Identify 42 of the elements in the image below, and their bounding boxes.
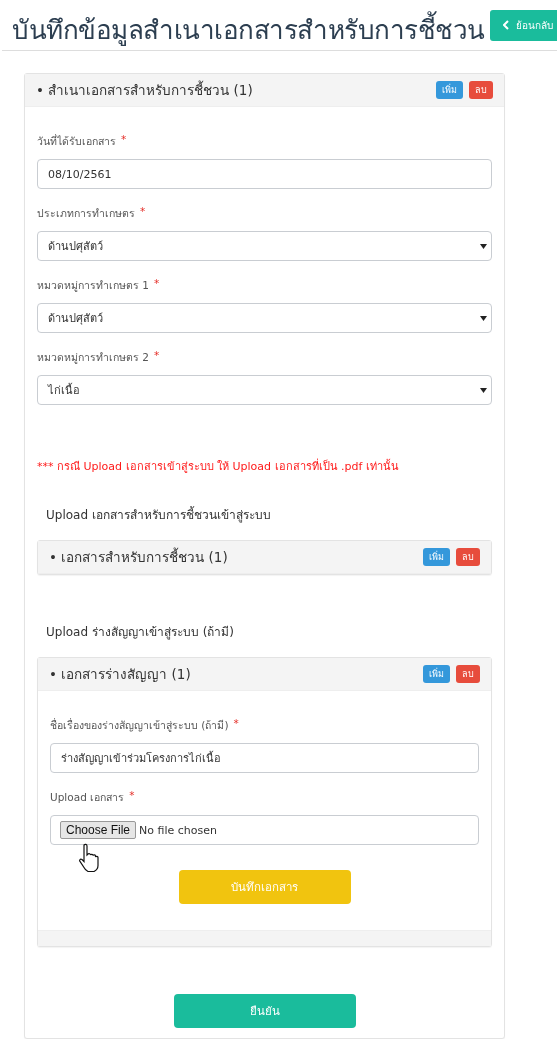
select-field[interactable]: ด้านปศุสัตว์ (37, 231, 492, 261)
required-mark: * (121, 133, 127, 147)
choose-file-button[interactable]: Choose File (60, 821, 137, 839)
required-mark: * (154, 277, 160, 291)
required-mark: * (233, 717, 239, 731)
section-heading: Upload เอกสารสำหรับการชี้ชวนเข้าสู่ระบบ (46, 505, 272, 524)
caret-icon (480, 388, 487, 393)
hand-cursor-icon (77, 843, 101, 873)
text-field[interactable]: 08/10/2561 (37, 159, 492, 189)
add-button[interactable]: เพิ่ม (423, 665, 450, 683)
text-field[interactable]: ร่างสัญญาเข้าร่วมโครงการไก่เนื้อ (50, 743, 479, 773)
confirm-button[interactable]: ยืนยัน (173, 994, 356, 1028)
add-button[interactable]: เพิ่ม (423, 548, 450, 566)
required-mark: * (140, 205, 146, 219)
field-label: วันที่ได้รับเอกสาร (37, 133, 116, 149)
panel-title: • เอกสารสำหรับการชี้ชวน (1) (49, 546, 229, 567)
caret-icon (480, 244, 487, 249)
select-value: ไก่เนื้อ (48, 382, 80, 399)
required-mark: * (129, 789, 135, 803)
page-title: บันทึกข้อมูลสำเนาเอกสารสำหรับการชี้ชวน (12, 8, 485, 50)
field-label: Upload เอกสาร (50, 790, 125, 805)
section-heading: Upload ร่างสัญญาเข้าสู่ระบบ (ถ้ามี) (46, 624, 236, 641)
select-field[interactable]: ไก่เนื้อ (37, 375, 492, 405)
field-label: หมวดหมู่การทำเกษตร 2 (37, 350, 150, 366)
field-label: ประเภทการทำเกษตร (37, 206, 135, 221)
select-field[interactable]: ด้านปศุสัตว์ (37, 303, 492, 333)
back-button[interactable]: ย้อนกลับ (490, 9, 557, 41)
chevron-left-icon (503, 20, 509, 30)
delete-button[interactable]: ลบ (456, 665, 480, 683)
delete-button[interactable]: ลบ (456, 548, 480, 566)
add-button[interactable]: เพิ่ม (436, 81, 463, 99)
delete-button[interactable]: ลบ (469, 81, 493, 99)
file-status: No file chosen (139, 823, 217, 837)
panel-title: • เอกสารร่างสัญญา (1) (49, 665, 192, 684)
notice-text: *** กรณี Upload เอกสารเข้าสู่ระบบ ให้ Upload เอกสารที่เป็น .pdf เท่านั้น (37, 457, 400, 475)
required-mark: * (154, 349, 160, 363)
field-label: หมวดหมู่การทำเกษตร 1 (37, 278, 150, 294)
caret-icon (480, 316, 487, 321)
panel-title: • สำเนาเอกสารสำหรับการชี้ชวน (1) (36, 79, 254, 100)
select-value: ด้านปศุสัตว์ (48, 311, 103, 327)
select-value: ด้านปศุสัตว์ (48, 239, 103, 255)
field-label: ชื่อเรื่องของร่างสัญญาเข้าสู่ระบบ (ถ้ามี) (50, 717, 229, 734)
